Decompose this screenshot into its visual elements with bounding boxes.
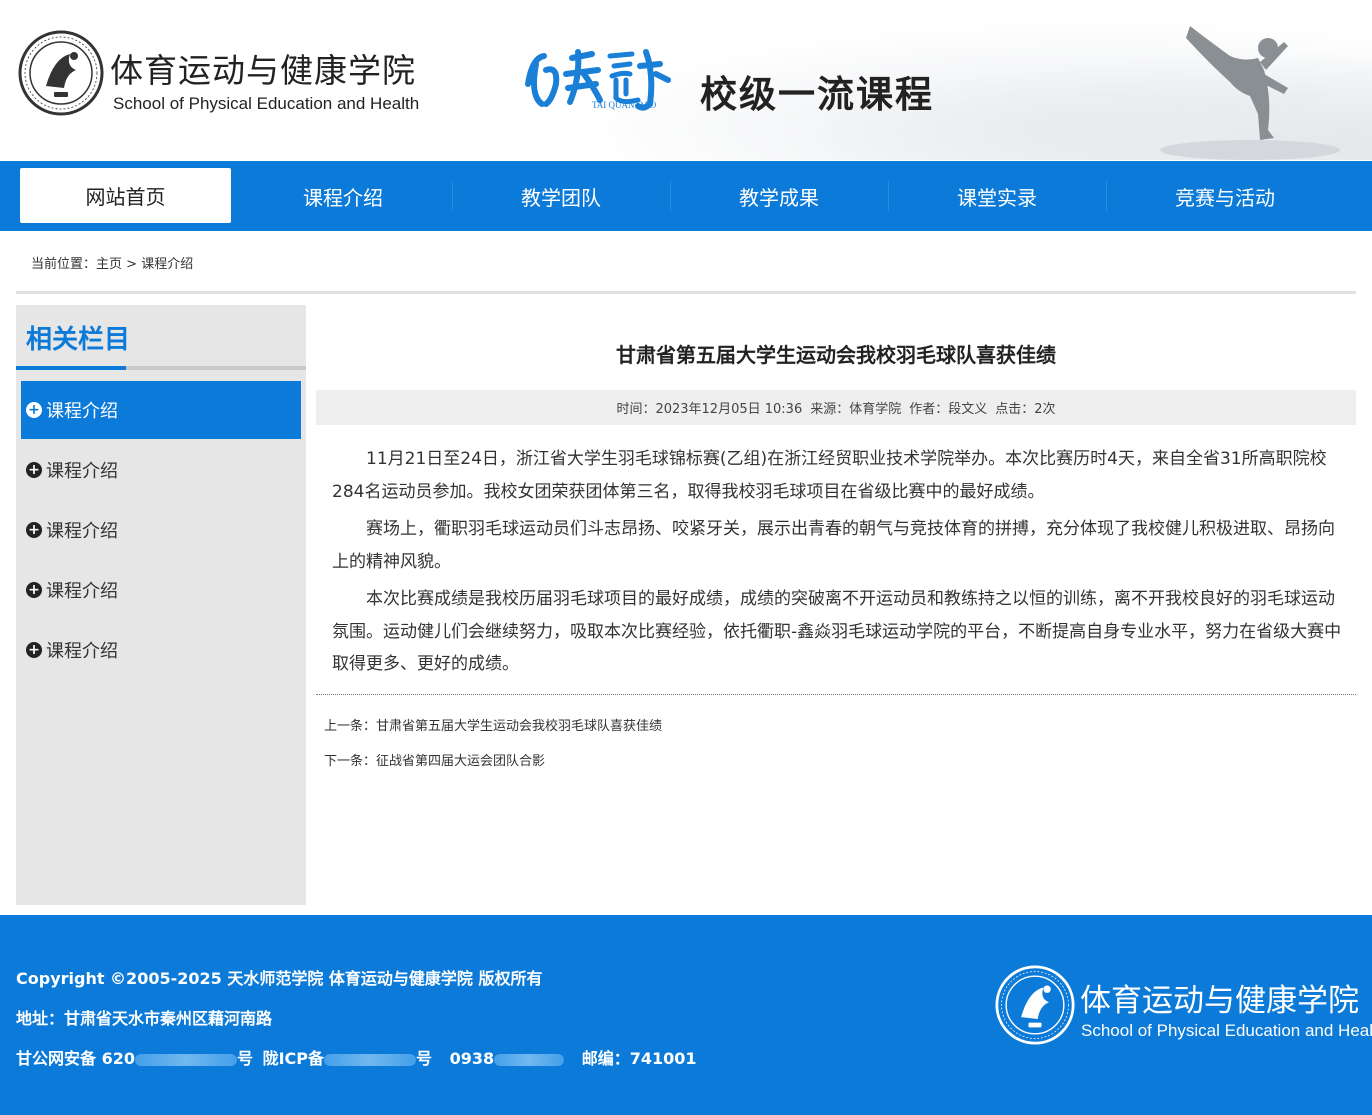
footer-gongan-prefix: 甘公网安备 620 (16, 1049, 135, 1068)
sidebar-item-label: 课程介绍 (46, 461, 118, 482)
sidebar-item-label: 课程介绍 (46, 641, 118, 662)
prev-article-link[interactable]: 上一条：甘肃省第五届大学生运动会我校羽毛球队喜获佳绩 (324, 715, 662, 734)
footer-gongan-suffix: 号 (236, 1049, 253, 1068)
footer-school-name-en: School of Physical Education and Health (1081, 1021, 1372, 1040)
plus-circle-icon: + (26, 402, 42, 418)
footer-icp-prefix: 陇ICP备 (262, 1049, 325, 1068)
sidebar-item-course-intro[interactable]: + 课程介绍 (21, 441, 301, 499)
sidebar-item-course-intro[interactable]: + 课程介绍 (21, 381, 301, 439)
taekwondo-kick-silhouette-icon (1160, 26, 1340, 160)
site-header: 体育运动与健康学院 School of Physical Education a… (0, 0, 1372, 160)
plus-circle-icon: + (26, 462, 42, 478)
footer-copyright: Copyright ©2005-2025 天水师范学院 体育运动与健康学院 版权… (16, 969, 543, 988)
nav-home[interactable]: 网站首页 (20, 168, 231, 223)
footer-registration: 甘公网安备 620 号 陇ICP备号 0938 邮编：741001 (16, 1045, 697, 1069)
breadcrumb-separator: > (126, 257, 138, 272)
course-title: 校级一流课程 (700, 73, 934, 116)
footer-icp-suffix: 号 (416, 1049, 433, 1068)
footer-postcode: 邮编：741001 (581, 1049, 697, 1068)
article-clicks: 点击：2次 (995, 402, 1056, 417)
school-seal-icon[interactable] (18, 30, 104, 116)
article-meta: 时间：2023年12月05日 10:36 来源：体育学院 作者：段文义 点击：2… (316, 390, 1356, 425)
main-nav: 网站首页 课程介绍 教学团队 教学成果 课堂实录 竞赛与活动 (0, 161, 1372, 231)
article-author: 作者：段文义 (909, 402, 988, 417)
sidebar-item-label: 课程介绍 (46, 401, 118, 422)
breadcrumb-current-link[interactable]: 课程介绍 (141, 257, 193, 272)
article-divider (316, 694, 1356, 695)
article-title: 甘肃省第五届大学生运动会我校羽毛球队喜获佳绩 (616, 343, 1056, 367)
sidebar-title: 相关栏目 (26, 325, 131, 355)
sidebar-title-underline (16, 366, 306, 370)
plus-circle-icon: + (26, 642, 42, 658)
sidebar-item-course-intro[interactable]: + 课程介绍 (21, 561, 301, 619)
sidebar-item-course-intro[interactable]: + 课程介绍 (21, 621, 301, 679)
sidebar: 相关栏目 + 课程介绍 + 课程介绍 + 课程介绍 + 课程介绍 + 课程介绍 (16, 305, 306, 905)
article-source: 来源：体育学院 (810, 402, 902, 417)
school-name-en: School of Physical Education and Health (113, 94, 420, 113)
plus-circle-icon: + (26, 582, 42, 598)
breadcrumb-prefix: 当前位置： (31, 257, 97, 272)
next-article-link[interactable]: 下一条：征战省第四届大运会团队合影 (324, 750, 545, 769)
footer-address: 地址：甘肃省天水市秦州区藉河南路 (16, 1009, 273, 1028)
nav-competitions[interactable]: 竞赛与活动 (1107, 161, 1343, 231)
nav-teaching-team[interactable]: 教学团队 (453, 161, 669, 231)
sidebar-item-course-intro[interactable]: + 课程介绍 (21, 501, 301, 559)
nav-teaching-results[interactable]: 教学成果 (671, 161, 887, 231)
sidebar-title-accent (16, 366, 126, 370)
breadcrumb-divider (16, 291, 1356, 294)
sidebar-item-label: 课程介绍 (46, 521, 118, 542)
brush-caption-en: TAI QUAN DAO (592, 100, 657, 110)
nav-class-records[interactable]: 课堂实录 (889, 161, 1105, 231)
article-paragraph: 11月21日至24日，浙江省大学生羽毛球锦标赛(乙组)在浙江经贸职业技术学院举办… (332, 449, 1327, 502)
article-time: 时间：2023年12月05日 10:36 (616, 402, 803, 417)
redacted-number (324, 1053, 417, 1066)
sidebar-item-label: 课程介绍 (46, 581, 118, 602)
article-paragraph: 本次比赛成绩是我校历届羽毛球项目的最好成绩，成绩的突破离不开运动员和教练持之以恒… (332, 589, 1342, 674)
breadcrumb-home-link[interactable]: 主页 (96, 257, 122, 272)
redacted-number (134, 1053, 237, 1066)
site-footer: Copyright ©2005-2025 天水师范学院 体育运动与健康学院 版权… (0, 915, 1372, 1115)
footer-phone-prefix: 0938 (449, 1049, 495, 1068)
school-name-cn: 体育运动与健康学院 (110, 51, 416, 90)
footer-school-name-cn: 体育运动与健康学院 (1080, 983, 1359, 1019)
breadcrumb: 当前位置：主页 > 课程介绍 (31, 253, 193, 272)
school-seal-icon (995, 965, 1075, 1045)
article-body: 11月21日至24日，浙江省大学生羽毛球锦标赛(乙组)在浙江经贸职业技术学院举办… (332, 443, 1342, 686)
redacted-number (494, 1053, 565, 1066)
nav-course-intro[interactable]: 课程介绍 (235, 161, 451, 231)
plus-circle-icon: + (26, 522, 42, 538)
article-paragraph: 赛场上，衢职羽毛球运动员们斗志昂扬、咬紧牙关，展示出青春的朝气与竞技体育的拼搏，… (332, 519, 1335, 572)
